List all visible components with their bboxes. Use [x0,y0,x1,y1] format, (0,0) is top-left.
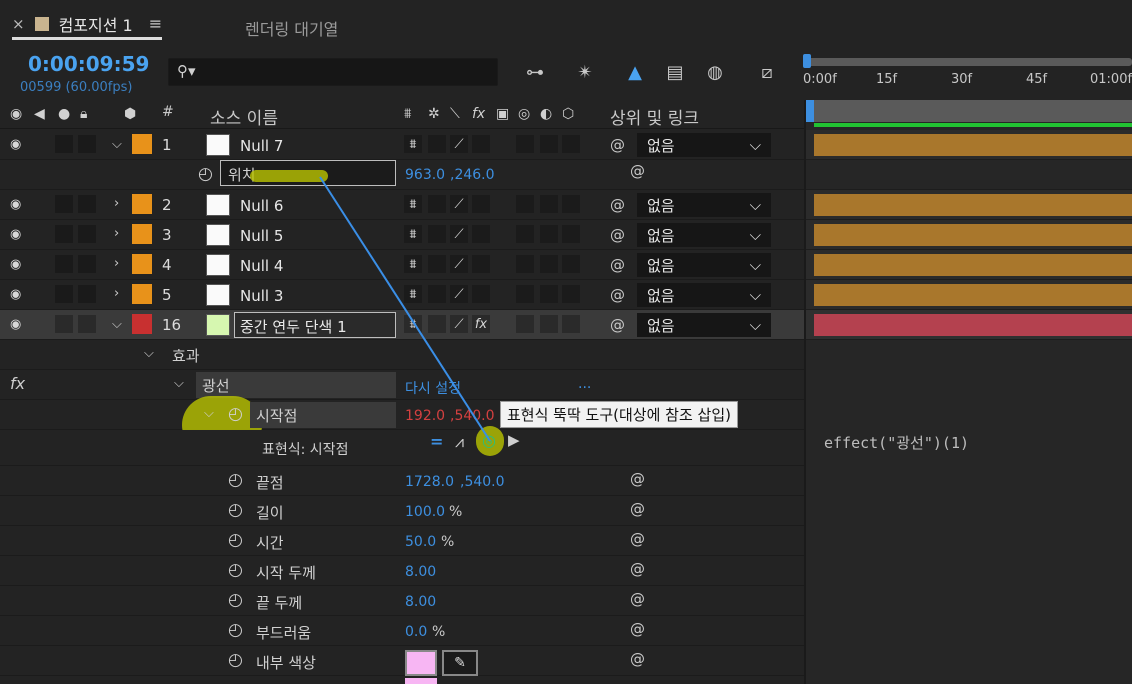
tooltip: 표현식 뚝딱 도구(대상에 참조 삽입) [500,401,738,428]
pick-whip-line [319,176,491,442]
after-effects-timeline: × 컴포지션 1 ≡ 렌더링 대기열 0:00:09:59 00599 (60.… [0,0,1132,684]
